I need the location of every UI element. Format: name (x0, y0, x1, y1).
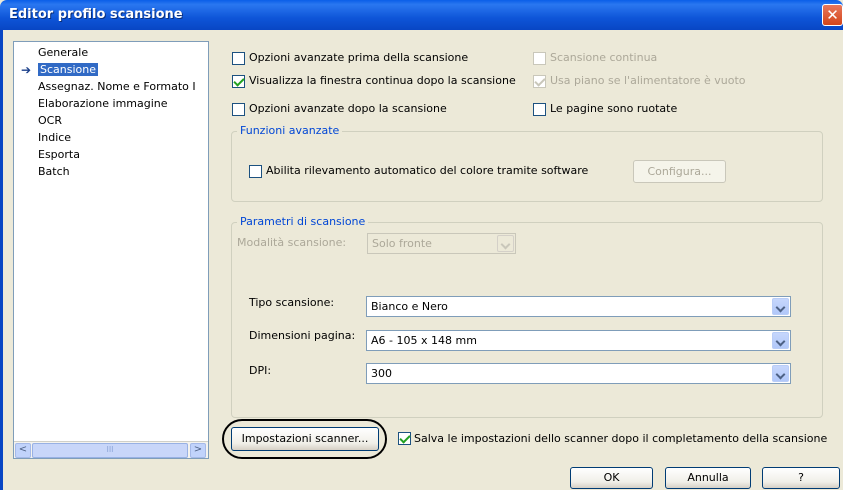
cancel-button[interactable]: Annulla (665, 467, 751, 489)
show-continue-label: Visualizza la finestra continua dopo la … (249, 74, 516, 87)
dpi-value: 300 (371, 367, 392, 380)
show-continue-checkbox[interactable] (232, 75, 245, 88)
close-icon: ✕ (826, 6, 839, 24)
scan-params-title: Parametri di scansione (237, 215, 369, 228)
advanced-after-checkbox[interactable] (232, 103, 245, 116)
continuous-scan-checkbox[interactable] (533, 52, 546, 65)
ok-button[interactable]: OK (570, 467, 653, 489)
nav-item-generale[interactable]: Generale (38, 45, 88, 61)
close-button[interactable]: ✕ (822, 4, 843, 26)
auto-color-label: Abilita rilevamento automatico del color… (266, 164, 589, 177)
window-title: Editor profilo scansione (9, 7, 183, 22)
scan-type-select[interactable]: Bianco e Nero (366, 296, 791, 317)
scan-mode-label: Modalità scansione: (237, 236, 347, 249)
nav-item-indice[interactable]: Indice (38, 130, 71, 146)
save-settings-checkbox[interactable] (398, 432, 411, 445)
nav-item-elaborazione-immagine[interactable]: Elaborazione immagine (38, 96, 168, 112)
scroll-left-icon[interactable]: < (15, 443, 31, 458)
use-flatbed-label: Usa piano se l'alimentatore è vuoto (550, 74, 746, 87)
save-settings-label: Salva le impostazioni dello scanner dopo… (414, 432, 828, 445)
section-nav: ➔ Generale Scansione Assegnaz. Nome e Fo… (13, 41, 209, 459)
continuous-scan-label: Scansione continua (550, 51, 658, 64)
profile-editor-window: Editor profilo scansione ✕ ➔ Generale Sc… (0, 0, 843, 490)
advanced-features-title: Funzioni avanzate (237, 124, 343, 137)
scan-type-value: Bianco e Nero (371, 300, 448, 313)
scan-mode-value: Solo fronte (372, 237, 432, 250)
scan-mode-select[interactable]: Solo fronte (367, 233, 516, 254)
pages-rotated-label: Le pagine sono ruotate (550, 102, 678, 115)
selected-arrow-icon: ➔ (21, 63, 32, 77)
auto-color-checkbox[interactable] (249, 165, 262, 178)
title-bar: Editor profilo scansione ✕ (0, 0, 843, 30)
nav-item-ocr[interactable]: OCR (38, 113, 62, 129)
configure-button[interactable]: Configura... (633, 160, 726, 183)
chevron-down-icon (772, 332, 789, 349)
nav-item-esporta[interactable]: Esporta (38, 147, 80, 163)
help-button[interactable]: ? (762, 467, 840, 489)
scroll-right-icon[interactable]: > (190, 443, 206, 458)
nav-item-batch[interactable]: Batch (38, 164, 70, 180)
page-size-select[interactable]: A6 - 105 x 148 mm (366, 330, 791, 351)
pages-rotated-checkbox[interactable] (533, 103, 546, 116)
scan-type-label: Tipo scansione: (249, 296, 335, 309)
scroll-thumb[interactable]: III (32, 443, 188, 458)
advanced-before-label: Opzioni avanzate prima della scansione (249, 51, 469, 64)
chevron-down-icon (497, 235, 514, 252)
nav-item-assegnazione-nome[interactable]: Assegnaz. Nome e Formato I (38, 79, 196, 95)
dpi-label: DPI: (249, 364, 272, 377)
page-size-label: Dimensioni pagina: (249, 329, 356, 342)
use-flatbed-checkbox[interactable] (533, 75, 546, 88)
nav-item-scansione[interactable]: Scansione (38, 62, 98, 78)
scan-params-group (231, 222, 823, 418)
page-size-value: A6 - 105 x 148 mm (371, 334, 477, 347)
advanced-after-label: Opzioni avanzate dopo la scansione (249, 102, 447, 115)
scanner-settings-button[interactable]: Impostazioni scanner... (231, 427, 379, 451)
chevron-down-icon (772, 298, 789, 315)
nav-horizontal-scrollbar[interactable]: < III > (14, 441, 208, 458)
dpi-select[interactable]: 300 (366, 363, 791, 384)
advanced-before-checkbox[interactable] (232, 52, 245, 65)
chevron-down-icon (772, 365, 789, 382)
